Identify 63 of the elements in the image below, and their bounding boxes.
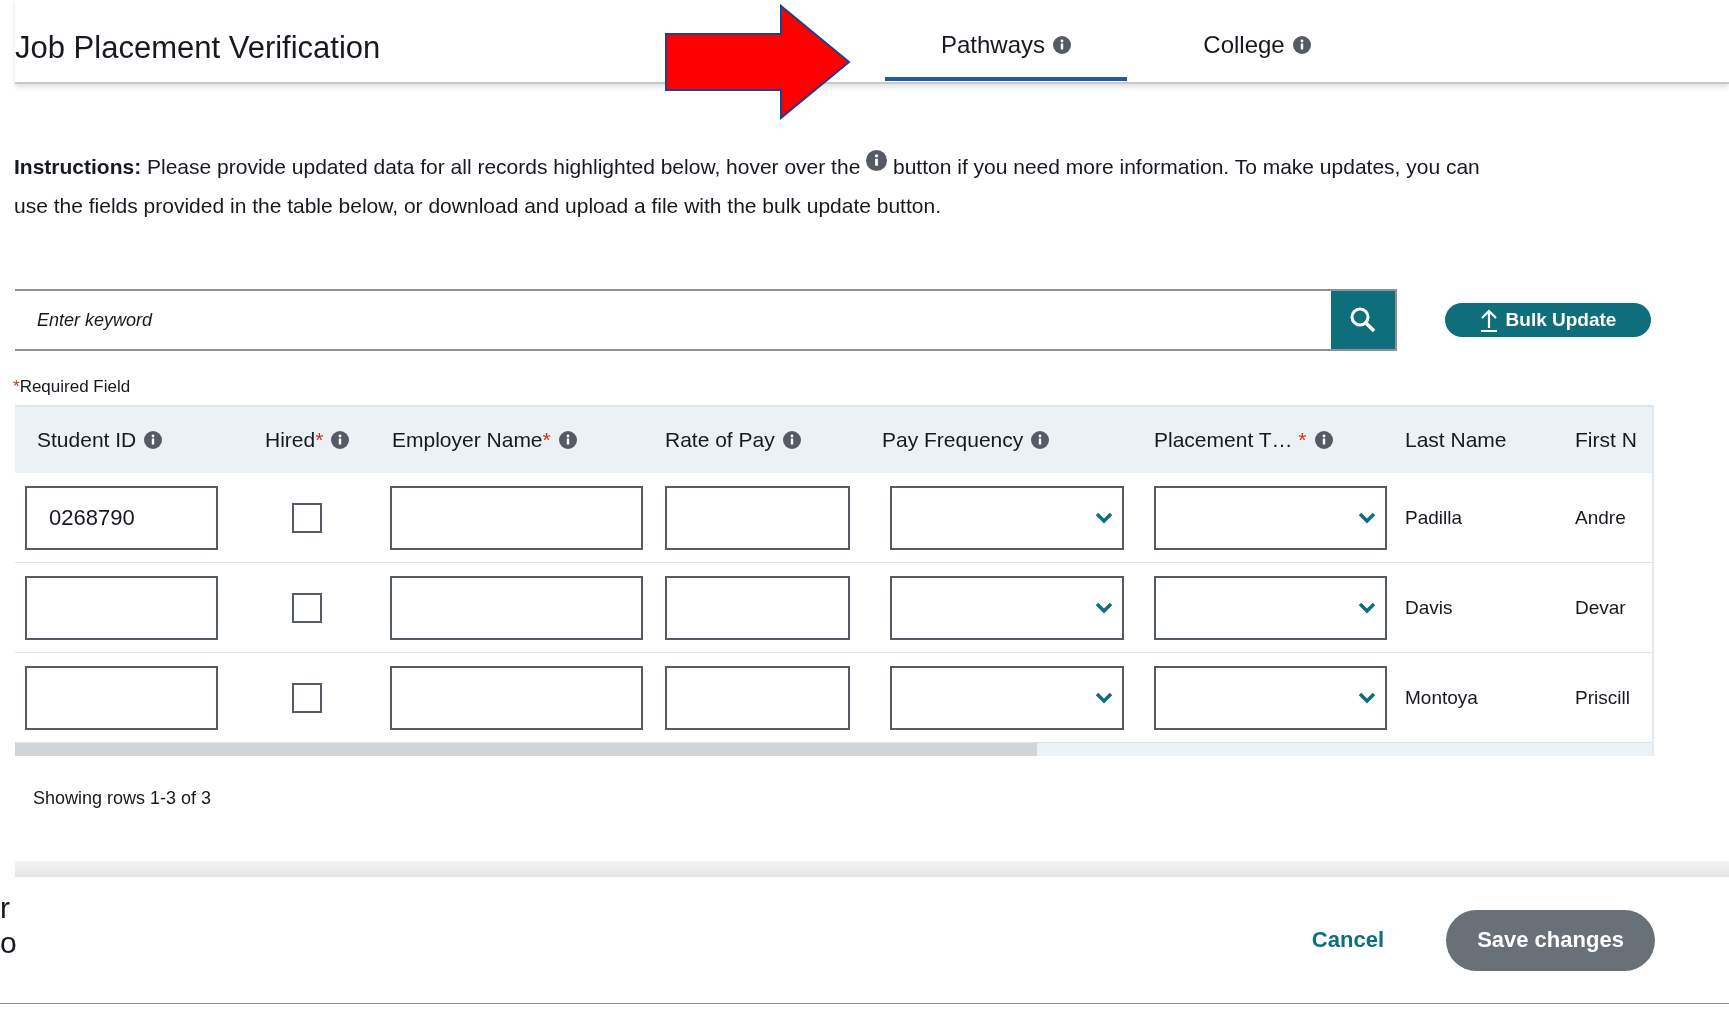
background-text: r [0,890,11,925]
bulk-update-button[interactable]: Bulk Update [1445,303,1651,337]
column-header: Placement T… * [1140,407,1395,473]
info-icon[interactable] [1031,431,1050,449]
text-input[interactable] [390,575,643,640]
info-icon[interactable] [1053,36,1072,54]
column-header: First N [1575,427,1638,453]
chevron-down-icon [1357,690,1377,705]
table-cell: Montoya [1405,686,1478,709]
background-text: o [0,925,18,960]
column-header: Last Name [1404,427,1508,453]
table-cell: Padilla [1405,506,1463,529]
column-header: Student ID [15,407,235,473]
text-input[interactable] [665,485,850,550]
table-cell: Priscill [1575,686,1630,709]
text-input[interactable] [665,665,850,730]
upload-icon [1479,308,1498,332]
search-button[interactable] [1331,291,1395,349]
info-icon[interactable] [558,431,577,449]
required-note: *Required Field [13,377,132,397]
page-title: Job Placement Verification [15,29,382,66]
text-input[interactable] [25,665,218,730]
save-changes-button[interactable]: Save changes [1446,909,1655,971]
column-header: Rate of Pay [655,407,870,473]
table-cell: Andre [1575,506,1626,529]
info-icon[interactable] [331,431,350,449]
cancel-link[interactable]: Cancel [1311,927,1384,953]
chevron-down-icon [1094,690,1114,705]
table-cell: Davis [1405,596,1453,619]
info-icon[interactable] [866,150,888,171]
tab[interactable]: College [1127,1,1387,81]
dropdown[interactable] [890,485,1124,550]
checkbox[interactable] [292,682,322,713]
dropdown[interactable] [1154,665,1387,730]
arrow-icon [664,4,852,120]
table-cell: Devar [1575,596,1626,619]
dropdown[interactable] [1154,575,1387,640]
info-icon[interactable] [1292,36,1311,54]
column-header: Pay Frequency [870,407,1140,473]
text-input[interactable] [665,575,850,640]
chevron-down-icon [1094,510,1114,525]
pagination-text: Showing rows 1-3 of 3 [33,788,213,809]
dropdown[interactable] [890,575,1124,640]
chevron-down-icon [1357,600,1377,615]
text-input[interactable]: 0268790 [25,485,218,550]
text-input[interactable] [390,665,643,730]
dropdown[interactable] [890,665,1124,730]
chevron-down-icon [1094,600,1114,615]
scrollbar[interactable] [15,743,1652,756]
search-icon [1350,307,1376,333]
text-input[interactable] [25,575,218,640]
checkbox[interactable] [292,592,322,623]
info-icon[interactable] [1314,431,1333,449]
tab[interactable]: Pathways [885,1,1127,81]
chevron-down-icon [1357,510,1377,525]
checkbox[interactable] [292,502,322,533]
text-input[interactable] [390,485,643,550]
column-header: Hired* [235,407,380,473]
instructions-text: Instructions: Please provide updated data for all records highlighted below, hover over the button if you need more information. To make updates, you can use the fields provided in the table below, or download and upload a file with the bulk update button. [14,144,1489,225]
column-header: Employer Name* [380,407,655,473]
dropdown[interactable] [1154,485,1387,550]
info-icon[interactable] [782,431,801,449]
info-icon[interactable] [144,431,163,449]
